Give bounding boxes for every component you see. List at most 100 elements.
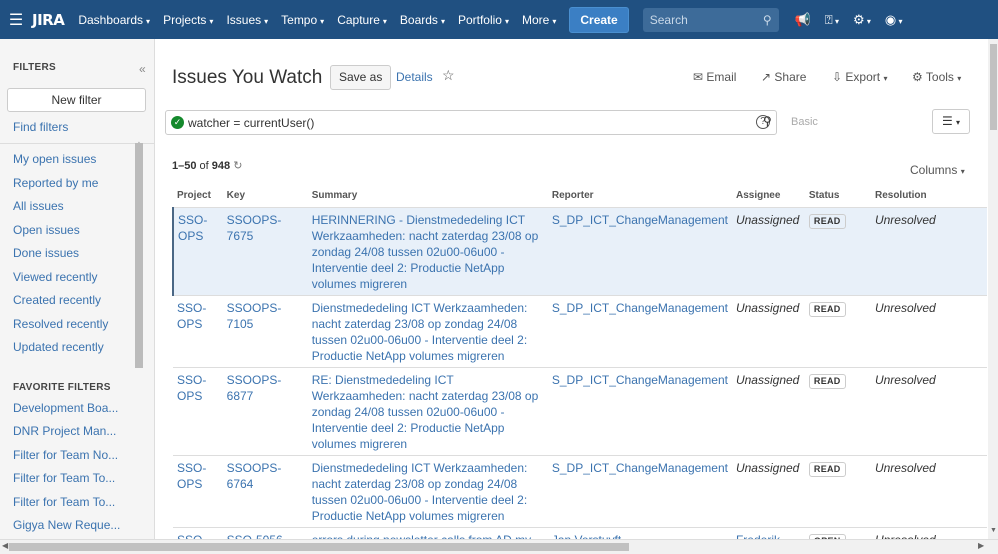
issue-key-link[interactable]: SSOOPS-6764 — [227, 461, 282, 491]
column-header[interactable]: Resolution — [870, 184, 987, 208]
jql-query-input[interactable]: ✓ watcher = currentUser() ? — [165, 110, 777, 135]
favorite-filter-item[interactable]: Filter for Team No... — [13, 444, 154, 468]
basic-search-link[interactable]: Basic — [791, 116, 818, 128]
favorite-filter-item[interactable]: Filter for Team To... — [13, 491, 154, 515]
nav-projects-menu[interactable]: Projects ▾ — [163, 13, 213, 27]
project-link[interactable]: SSO-OPS — [178, 213, 207, 243]
share-button[interactable]: ↗ Share — [761, 70, 806, 84]
project-link[interactable]: SSO-OPS — [177, 461, 206, 491]
results-count: 1–50 of 948 ↻ — [172, 159, 242, 172]
sidebar-filter-item[interactable]: My open issues — [13, 148, 154, 172]
sidebar-filter-item[interactable]: Resolved recently — [13, 313, 154, 337]
favorite-filters-heading: FAVORITE FILTERS — [13, 381, 111, 393]
help-icon[interactable]: ⍰ ▾ — [825, 12, 839, 28]
scroll-down-icon[interactable]: ▼ — [990, 527, 997, 534]
scroll-left-icon[interactable]: ◀ — [2, 541, 8, 550]
project-link[interactable]: SSO-OPS — [177, 301, 206, 331]
reporter-link[interactable]: S_DP_ICT_ChangeManagement — [552, 301, 728, 315]
export-button[interactable]: ⇩ Export ▾ — [832, 70, 887, 84]
assignee: Unassigned — [735, 372, 800, 387]
find-filters-link[interactable]: Find filters — [0, 112, 154, 134]
status-badge: READ — [808, 373, 846, 389]
scroll-right-icon[interactable]: ▶ — [978, 541, 984, 550]
query-search-icon[interactable]: ⚲ — [763, 114, 772, 128]
issue-key-link[interactable]: SSOOPS-7105 — [227, 301, 282, 331]
chevron-down-icon: ▾ — [382, 16, 387, 26]
column-header[interactable]: Status — [804, 184, 871, 208]
tools-button[interactable]: ⚙ Tools ▾ — [912, 70, 961, 84]
favorite-filter-item[interactable]: Development Boa... — [13, 397, 154, 421]
search-input[interactable]: Search ⚲ — [642, 7, 779, 32]
page-vertical-scrollbar[interactable]: ▼ — [988, 39, 998, 539]
sidebar-filter-item[interactable]: Created recently — [13, 289, 154, 313]
table-row[interactable]: SSO-OPS SSOOPS-7105 Dienstmededeling ICT W… — [173, 295, 987, 368]
nav-tempo-menu[interactable]: Tempo ▾ — [281, 13, 324, 27]
reporter-link[interactable]: S_DP_ICT_ChangeManagement — [552, 213, 728, 227]
nav-capture-menu[interactable]: Capture ▾ — [337, 13, 387, 27]
star-icon[interactable]: ☆ — [442, 67, 455, 84]
favorite-filter-item[interactable]: Gigya New Reque... — [13, 514, 154, 538]
sidebar-filter-item[interactable]: All issues — [13, 195, 154, 219]
sidebar-filter-item[interactable]: Updated recently — [13, 336, 154, 360]
vertical-scroll-thumb[interactable] — [990, 44, 997, 130]
feedback-icon[interactable]: 📢 — [795, 12, 811, 28]
favorite-filter-item[interactable]: DNR Project Man... — [13, 420, 154, 444]
nav-portfolio-menu[interactable]: Portfolio ▾ — [458, 13, 509, 27]
app-switcher-icon[interactable]: ☰ — [0, 10, 32, 30]
chevron-down-icon: ▾ — [209, 16, 214, 26]
nav-menu-label: Boards — [399, 12, 438, 27]
column-header[interactable]: Reporter — [547, 184, 732, 208]
page-horizontal-scrollbar[interactable]: ◀ ▶ — [0, 539, 998, 554]
new-filter-button[interactable]: New filter — [7, 88, 146, 112]
horizontal-scroll-thumb[interactable] — [9, 543, 629, 551]
issue-key-link[interactable]: SSOOPS-7675 — [227, 213, 282, 243]
collapse-sidebar-icon[interactable]: « — [139, 62, 146, 76]
nav-menu-label: Portfolio — [457, 12, 502, 27]
column-header[interactable]: Project — [173, 184, 223, 208]
refresh-icon[interactable]: ↻ — [233, 160, 242, 172]
reporter-link[interactable]: S_DP_ICT_ChangeManagement — [552, 461, 728, 475]
sidebar-filter-item[interactable]: Done issues — [13, 242, 154, 266]
jira-logo[interactable]: JIRA — [32, 11, 65, 29]
sidebar-filter-item[interactable]: Reported by me — [13, 172, 154, 196]
sidebar-filter-item[interactable]: Viewed recently — [13, 266, 154, 290]
sidebar-scrollbar[interactable] — [135, 143, 143, 368]
column-header[interactable]: Summary — [307, 184, 548, 208]
table-row[interactable]: SSO-OPS SSOOPS-6764 Dienstmededeling ICT W… — [173, 455, 987, 528]
save-as-button[interactable]: Save as — [330, 65, 392, 90]
search-icon: ⚲ — [762, 12, 772, 27]
valid-check-icon: ✓ — [171, 116, 184, 129]
details-link[interactable]: Details — [396, 70, 433, 84]
issue-summary-link[interactable]: Dienstmededeling ICT Werkzaamheden: nach… — [312, 301, 528, 363]
chevron-down-icon: ▾ — [146, 16, 151, 26]
chevron-down-icon: ▾ — [504, 16, 509, 26]
nav-issues-menu[interactable]: Issues ▾ — [226, 13, 268, 27]
nav-menu-label: Tempo — [281, 12, 318, 27]
table-header-row: Project Key Summary Reporter Assignee Status R… — [173, 184, 987, 208]
nav-menu: Dashboards ▾ Projects ▾ Issues ▾ Tempo ▾ Capture… — [78, 13, 569, 27]
table-row[interactable]: SSO-OPS SSOOPS-7675 HERINNERING - Dienstme… — [172, 207, 987, 296]
layout-switcher-button[interactable]: ☰ ▾ — [932, 109, 970, 134]
nav-boards-menu[interactable]: Boards ▾ — [400, 13, 445, 27]
issue-summary-link[interactable]: RE: Dienstmededeling ICT Werkzaamheden: … — [312, 373, 539, 451]
sidebar-filter-item[interactable]: Open issues — [13, 219, 154, 243]
gear-icon[interactable]: ⚙ ▾ — [853, 12, 871, 28]
column-header[interactable]: Key — [222, 184, 308, 208]
email-button[interactable]: ✉ Email — [693, 70, 736, 84]
nav-more-menu[interactable]: More ▾ — [522, 13, 556, 27]
column-header[interactable]: Assignee — [731, 184, 805, 208]
issue-key-link[interactable]: SSOOPS-6877 — [227, 373, 282, 403]
table-row[interactable]: SSO-OPS SSOOPS-6877 RE: Dienstmededeling I… — [173, 367, 987, 456]
columns-label: Columns — [910, 163, 958, 177]
issue-summary-link[interactable]: HERINNERING - Dienstmededeling ICT Werkz… — [312, 213, 539, 291]
columns-button[interactable]: Columns ▾ — [910, 163, 965, 177]
project-link[interactable]: SSO-OPS — [177, 373, 206, 403]
reporter-link[interactable]: S_DP_ICT_ChangeManagement — [552, 373, 728, 387]
avatar[interactable]: ◉ ▾ — [885, 12, 903, 28]
favorite-filter-item[interactable]: Filter for Team To... — [13, 467, 154, 491]
nav-dashboards-menu[interactable]: Dashboards ▾ — [78, 13, 150, 27]
assignee: Unassigned — [735, 212, 800, 227]
issue-summary-link[interactable]: Dienstmededeling ICT Werkzaamheden: nach… — [312, 461, 528, 523]
nav-menu-label: Issues — [226, 12, 262, 27]
create-button[interactable]: Create — [569, 6, 629, 33]
